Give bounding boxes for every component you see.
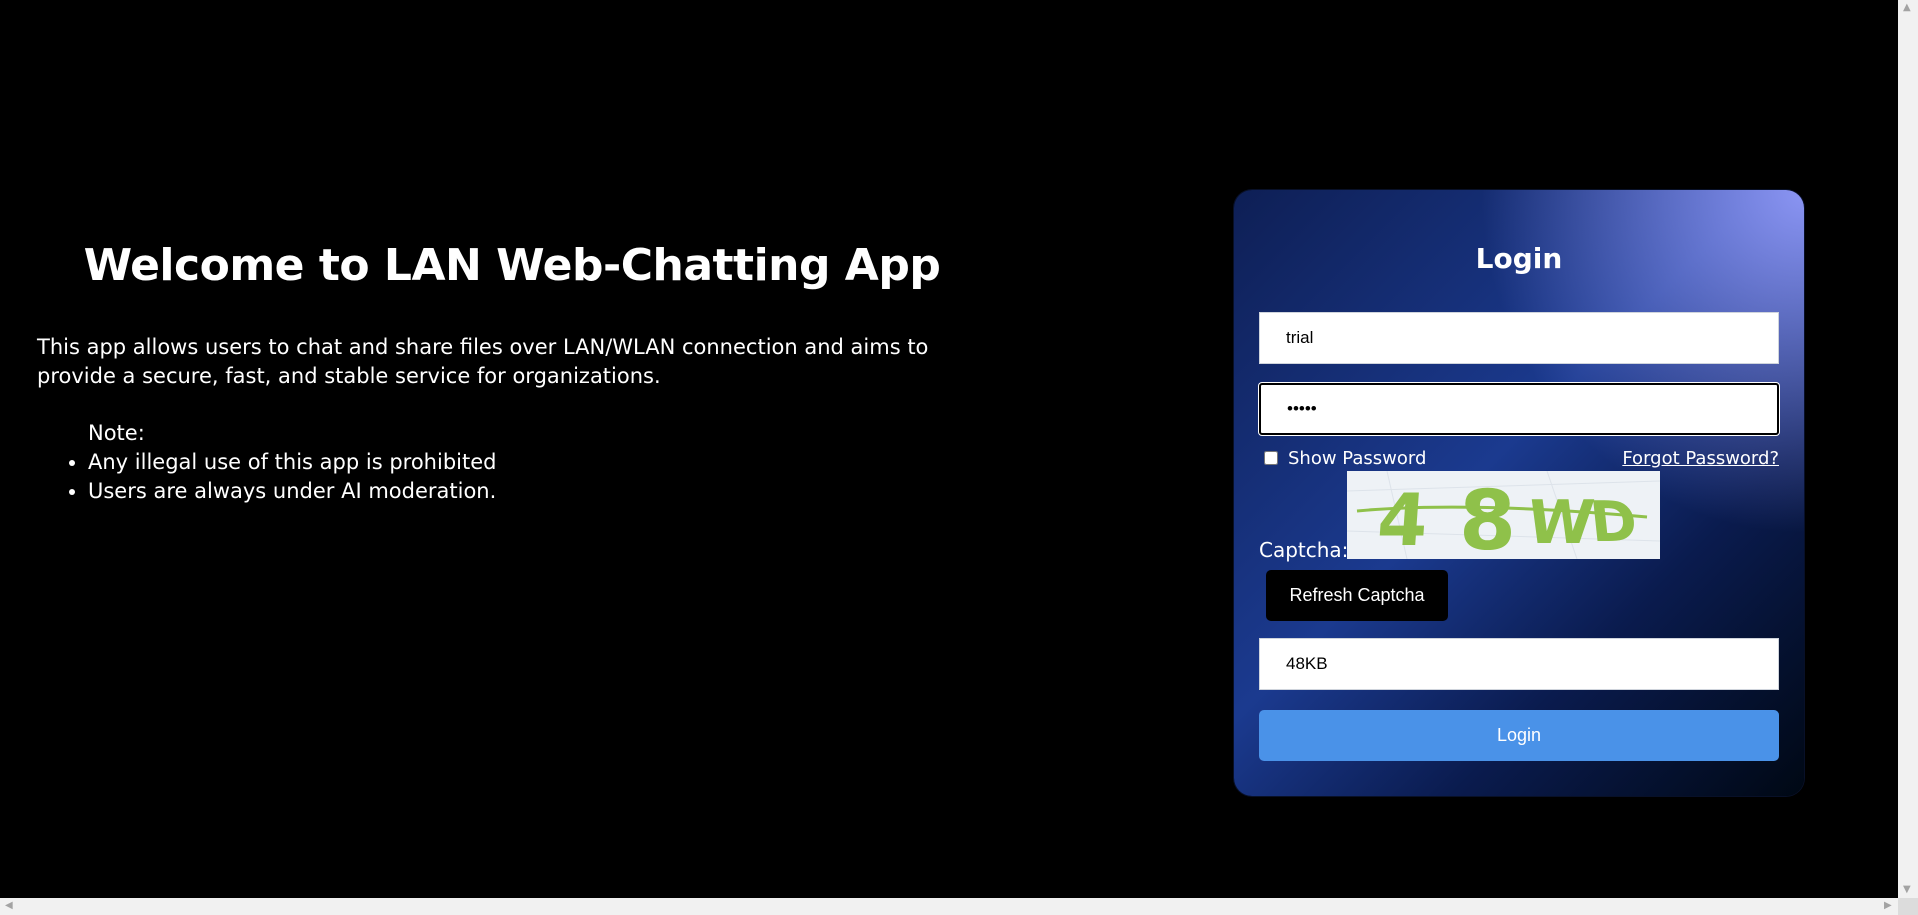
note-item: Users are always under AI moderation. [88,477,987,506]
login-button[interactable]: Login [1259,710,1779,761]
login-card: Login Show Password Forgot Password? [1234,190,1804,796]
page-title: Welcome to LAN Web-Chatting App [83,240,941,291]
horizontal-scrollbar[interactable]: ◀ ▶ [0,898,1898,915]
app-description: This app allows users to chat and share … [37,335,929,388]
captcha-label: Captcha: [1259,538,1349,562]
captcha-glyph: D [1587,490,1640,555]
note-title: Note: [88,421,145,445]
show-password-checkbox[interactable] [1264,451,1278,465]
scroll-right-icon[interactable]: ▶ [1884,901,1892,911]
captcha-glyph: 4 [1375,478,1431,559]
password-input[interactable] [1259,383,1779,435]
viewport: Welcome to LAN Web-Chatting App This app… [0,0,1898,898]
scroll-left-icon[interactable]: ◀ [5,901,13,911]
refresh-captcha-button[interactable]: Refresh Captcha [1266,570,1448,621]
scroll-up-icon[interactable]: ▲ [1903,3,1911,13]
login-title: Login [1475,242,1563,275]
captcha-glyphs: 4 8 W D [1347,471,1660,559]
notes-list: Any illegal use of this app is prohibite… [37,448,987,506]
scroll-down-icon[interactable]: ▼ [1903,885,1911,895]
username-input[interactable] [1259,312,1779,364]
intro-section: Welcome to LAN Web-Chatting App This app… [37,240,987,506]
captcha-image: 4 8 W D [1347,471,1660,559]
note-item: Any illegal use of this app is prohibite… [88,448,987,477]
page: Welcome to LAN Web-Chatting App This app… [0,0,1918,915]
captcha-glyph: 8 [1459,474,1516,559]
captcha-input[interactable] [1259,638,1779,690]
scrollbar-corner [1898,898,1918,915]
show-password-label[interactable]: Show Password [1288,448,1426,469]
vertical-scrollbar[interactable]: ▲ ▼ [1898,0,1918,898]
forgot-password-link[interactable]: Forgot Password? [1622,448,1779,469]
captcha-glyph: W [1524,488,1598,558]
